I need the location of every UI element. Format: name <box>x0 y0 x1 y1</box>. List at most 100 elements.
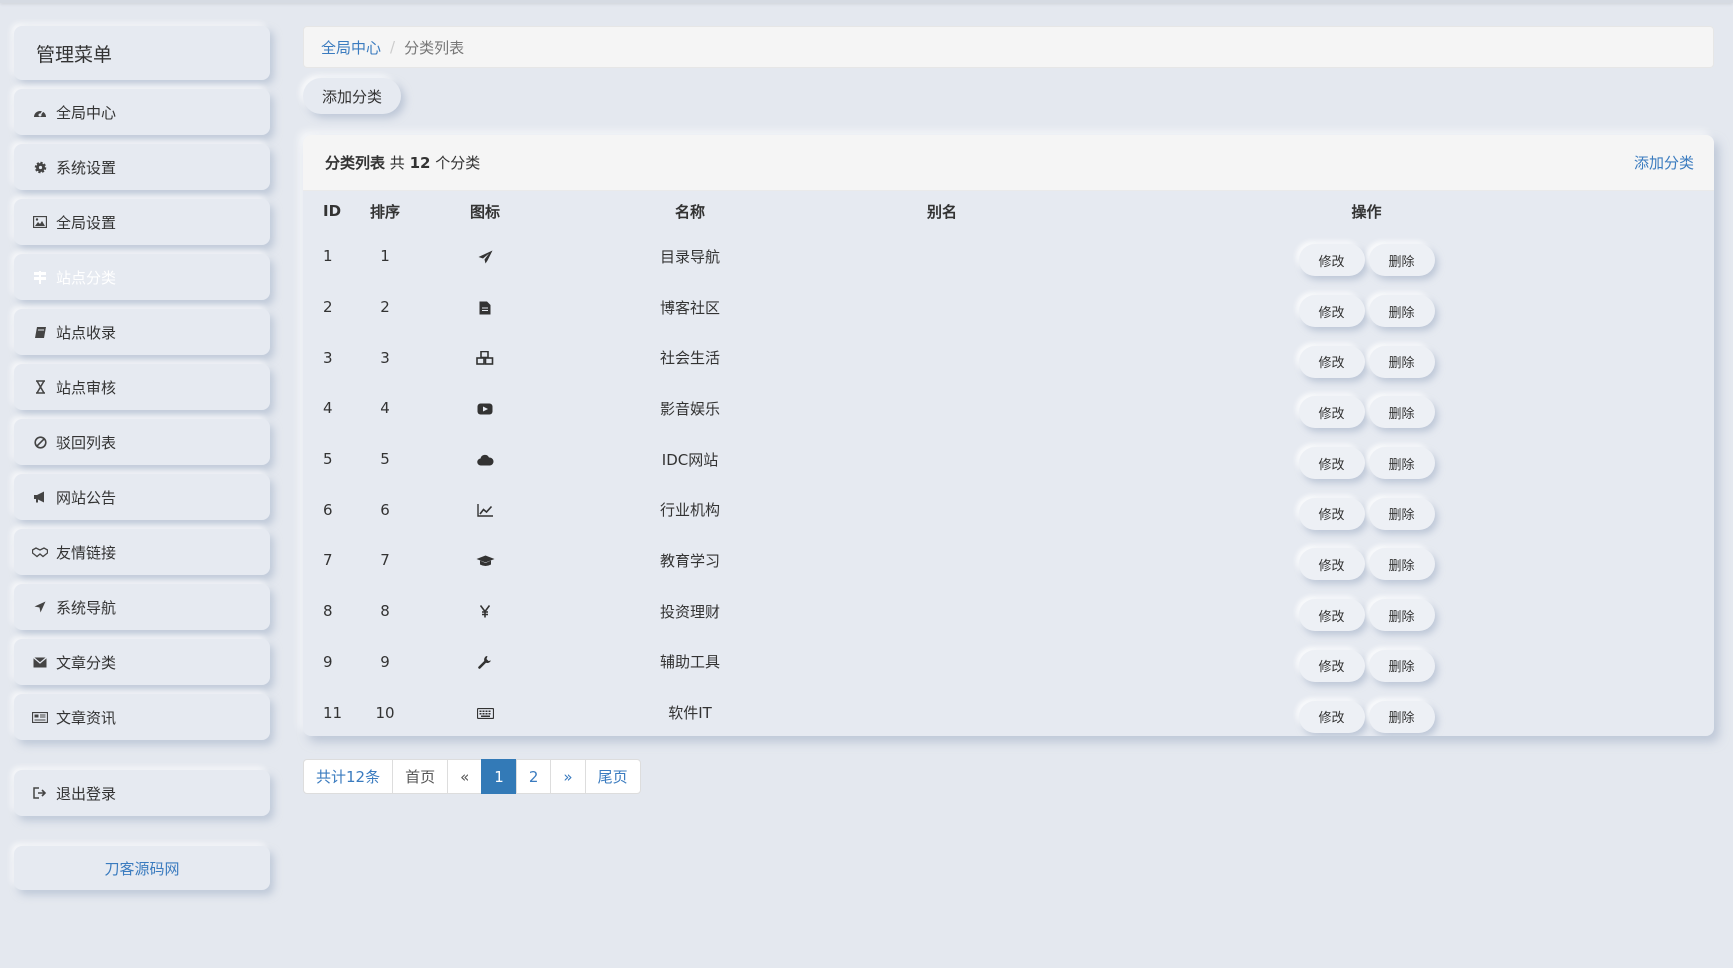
edit-button[interactable]: 修改 <box>1298 345 1365 378</box>
top-bar <box>0 0 1733 3</box>
sidebar-item-label: 文章资讯 <box>56 708 117 727</box>
edit-button[interactable]: 修改 <box>1298 497 1365 530</box>
sidebar-item-friend-links[interactable]: 友情链接 <box>14 529 270 575</box>
cell-sort: 5 <box>380 450 390 469</box>
add-category-button[interactable]: 添加分类 <box>303 78 402 114</box>
sidebar-item-article-category[interactable]: 文章分类 <box>14 639 270 685</box>
image-icon <box>32 214 48 230</box>
sidebar-item-announcements[interactable]: 网站公告 <box>14 474 270 520</box>
pagination-prev[interactable]: « <box>447 759 483 794</box>
sidebar-item-site-submission[interactable]: 站点收录 <box>14 309 270 355</box>
delete-button[interactable]: 删除 <box>1368 497 1435 530</box>
bullhorn-icon <box>32 489 48 505</box>
envelope-icon <box>32 654 48 670</box>
sidebar-item-system-navigation[interactable]: 系统导航 <box>14 584 270 630</box>
cell-sort: 8 <box>380 602 390 621</box>
header-icon: 图标 <box>469 202 500 221</box>
breadcrumb: 全局中心 / 分类列表 <box>303 26 1714 68</box>
graduation-cap-icon <box>476 551 495 569</box>
panel-title-prefix: 分类列表 <box>325 154 386 172</box>
table-row: 3 3 社会生活 修改 删除 <box>303 332 1714 383</box>
sidebar-item-rejected-list[interactable]: 驳回列表 <box>14 419 270 465</box>
delete-button[interactable]: 删除 <box>1368 548 1435 581</box>
cell-alias <box>825 434 1059 485</box>
edit-button[interactable]: 修改 <box>1298 700 1365 733</box>
cell-sort: 10 <box>375 703 395 722</box>
book-icon <box>32 324 48 340</box>
newspaper-icon <box>32 709 48 725</box>
cell-id: 2 <box>323 298 333 317</box>
site-footer-link[interactable]: 刀客源码网 <box>14 846 270 890</box>
cell-sort: 6 <box>380 500 390 519</box>
sidebar-item-label: 站点分类 <box>56 268 117 287</box>
edit-button[interactable]: 修改 <box>1298 396 1365 429</box>
cell-alias <box>825 637 1059 688</box>
cell-name: 辅助工具 <box>659 653 720 672</box>
sidebar-item-global-center[interactable]: 全局中心 <box>14 89 270 135</box>
table-row: 1 1 目录导航 修改 删除 <box>303 231 1714 282</box>
signpost-icon <box>32 269 48 285</box>
hourglass-icon <box>32 379 48 395</box>
cell-sort: 2 <box>380 298 390 317</box>
header-id: ID <box>323 202 342 220</box>
sidebar-item-article-news[interactable]: 文章资讯 <box>14 694 270 740</box>
table-row: 8 8 投资理财 修改 删除 <box>303 586 1714 637</box>
delete-button[interactable]: 删除 <box>1368 700 1435 733</box>
pagination-page-1[interactable]: 1 <box>481 759 517 794</box>
yen-icon <box>479 602 491 620</box>
delete-button[interactable]: 删除 <box>1368 295 1435 328</box>
cloud-icon <box>476 450 494 468</box>
keyboard-icon <box>476 704 494 722</box>
sidebar-item-system-settings[interactable]: 系统设置 <box>14 144 270 190</box>
table-row: 11 10 软件IT 修改 删除 <box>303 687 1714 736</box>
ban-icon <box>32 434 48 450</box>
edit-button[interactable]: 修改 <box>1298 295 1365 328</box>
delete-button[interactable]: 删除 <box>1368 599 1435 632</box>
file-icon <box>479 298 491 316</box>
breadcrumb-home-link[interactable]: 全局中心 <box>321 37 381 58</box>
edit-button[interactable]: 修改 <box>1298 548 1365 581</box>
edit-button[interactable]: 修改 <box>1298 244 1365 277</box>
cell-sort: 7 <box>380 551 390 570</box>
youtube-play-icon <box>477 399 493 417</box>
table-row: 7 7 教育学习 修改 删除 <box>303 535 1714 586</box>
logout-button[interactable]: 退出登录 <box>14 770 270 816</box>
cell-sort: 9 <box>380 652 390 671</box>
pagination-next[interactable]: » <box>550 759 586 794</box>
delete-button[interactable]: 删除 <box>1368 649 1435 682</box>
sidebar-item-site-category[interactable]: 站点分类 <box>14 254 270 300</box>
dashboard-icon <box>32 104 48 120</box>
edit-button[interactable]: 修改 <box>1298 649 1365 682</box>
cell-name: 教育学习 <box>659 551 720 570</box>
sidebar-title: 管理菜单 <box>14 26 270 80</box>
edit-button[interactable]: 修改 <box>1298 447 1365 480</box>
cell-id: 1 <box>323 247 333 266</box>
header-alias: 别名 <box>926 202 957 221</box>
sidebar-item-label: 友情链接 <box>56 543 117 562</box>
delete-button[interactable]: 删除 <box>1368 396 1435 429</box>
table-row: 2 2 博客社区 修改 删除 <box>303 282 1714 333</box>
pagination-total: 共计12条 <box>303 759 394 794</box>
sidebar-item-global-settings[interactable]: 全局设置 <box>14 199 270 245</box>
header-sort: 排序 <box>369 202 400 221</box>
sign-out-icon <box>32 785 48 801</box>
gear-icon <box>32 159 48 175</box>
sidebar: 管理菜单 全局中心 系统设置 全局设置 站点分类 站点收录 站点审核 驳回列表 … <box>14 26 270 890</box>
sidebar-item-site-review[interactable]: 站点审核 <box>14 364 270 410</box>
panel-title-suffix: 个分类 <box>435 154 481 172</box>
cell-name: 影音娱乐 <box>659 399 720 418</box>
pagination-last[interactable]: 尾页 <box>584 759 641 794</box>
cell-id: 4 <box>323 399 333 418</box>
pagination-page-2[interactable]: 2 <box>515 759 552 794</box>
pagination: 共计12条 首页 « 1 2 » 尾页 <box>303 759 641 794</box>
pagination-first[interactable]: 首页 <box>392 759 449 794</box>
paper-plane-icon <box>478 247 493 265</box>
delete-button[interactable]: 删除 <box>1368 447 1435 480</box>
delete-button[interactable]: 删除 <box>1368 345 1435 378</box>
edit-button[interactable]: 修改 <box>1298 599 1365 632</box>
category-list-panel: 分类列表 共 12 个分类 添加分类 ID 排序 图标 名称 别名 操作 1 1… <box>303 135 1714 736</box>
cell-id: 11 <box>323 703 343 722</box>
delete-button[interactable]: 删除 <box>1368 244 1435 277</box>
add-category-link[interactable]: 添加分类 <box>1634 152 1694 173</box>
panel-heading: 分类列表 共 12 个分类 添加分类 <box>303 135 1714 191</box>
